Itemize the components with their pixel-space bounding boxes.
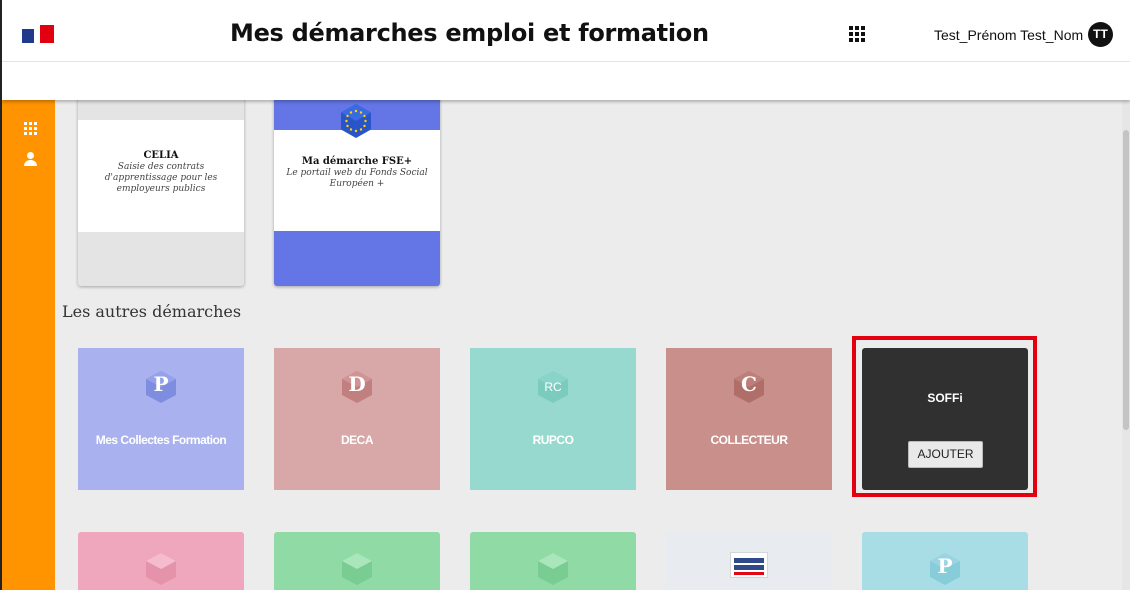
tile-letter: P — [153, 372, 169, 396]
hexagon-icon — [146, 553, 176, 585]
tile-label: RUPCO — [532, 433, 574, 447]
tile-label: SOFFi — [927, 391, 963, 405]
tile-row2-3[interactable] — [470, 532, 636, 590]
tile-letter: C — [741, 372, 757, 396]
republique-francaise-logo[interactable] — [22, 25, 54, 43]
tile-label: Mes Collectes Formation — [95, 433, 227, 447]
header-bar: Mes démarches emploi et formation Test_P… — [2, 0, 1130, 62]
sidebar — [2, 100, 55, 590]
tile-deca[interactable]: D DECA — [274, 348, 440, 490]
hexagon-icon — [538, 553, 568, 585]
tile-letter: D — [348, 372, 366, 396]
tile-row2-1[interactable] — [78, 532, 244, 590]
card-title: CELIA — [143, 150, 179, 161]
scrollbar-thumb[interactable] — [1123, 130, 1129, 430]
section-title: Les autres démarches — [62, 302, 242, 321]
tile-collecteur[interactable]: C COLLECTEUR — [666, 348, 832, 490]
eu-stars-icon — [341, 104, 371, 138]
tile-row2-2[interactable] — [274, 532, 440, 590]
user-name[interactable]: Test_Prénom Test_Nom — [934, 27, 1083, 43]
tile-mes-collectes-formation[interactable]: P Mes Collectes Formation — [78, 348, 244, 490]
scrollbar[interactable] — [1122, 100, 1130, 590]
tile-label: COLLECTEUR — [710, 433, 789, 447]
user-icon[interactable] — [24, 152, 38, 166]
card-subtitle: Saisie des contrats d'apprentissage pour… — [104, 162, 218, 194]
service-card-fse[interactable]: Ma démarche FSE+ Le portail web du Fonds… — [274, 90, 440, 286]
app-header: Mes démarches emploi et formation Test_P… — [2, 0, 1130, 100]
tile-label: DECA — [340, 433, 374, 447]
add-button[interactable]: AJOUTER — [908, 441, 983, 468]
service-card-celia[interactable]: CELIA Saisie des contrats d'apprentissag… — [78, 90, 244, 286]
tile-letter: RC — [544, 380, 562, 394]
apps-grid-icon[interactable] — [849, 26, 865, 42]
main-content: CELIA Saisie des contrats d'apprentissag… — [55, 90, 1130, 590]
tile-row2-4[interactable] — [666, 532, 832, 590]
hexagon-icon — [342, 553, 372, 585]
tile-rupco[interactable]: RC RUPCO — [470, 348, 636, 490]
page-title: Mes démarches emploi et formation — [230, 19, 709, 47]
card-subtitle: Le portail web du Fonds Social Européen … — [286, 168, 428, 189]
tile-letter: P — [937, 554, 953, 578]
tile-row2-5[interactable]: P — [862, 532, 1028, 590]
tile-soffi[interactable]: SOFFi AJOUTER — [862, 348, 1028, 490]
app-frame: Mes démarches emploi et formation Test_P… — [0, 0, 1130, 590]
avatar[interactable]: TT — [1088, 22, 1113, 47]
card-title: Ma démarche FSE+ — [301, 156, 413, 167]
apps-grid-icon[interactable] — [24, 122, 38, 136]
mon-compte-formation-logo — [730, 552, 768, 578]
